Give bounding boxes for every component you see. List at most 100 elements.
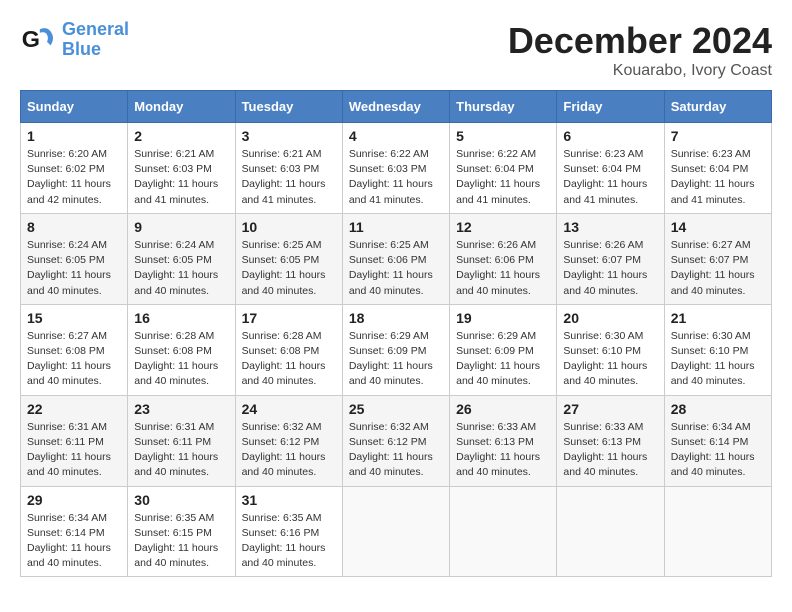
day-info: Sunrise: 6:24 AM Sunset: 6:05 PM Dayligh… [27, 238, 121, 299]
calendar-day-cell: 16 Sunrise: 6:28 AM Sunset: 6:08 PM Dayl… [128, 304, 235, 395]
day-of-week-header: Tuesday [235, 91, 342, 123]
calendar-week-row: 15 Sunrise: 6:27 AM Sunset: 6:08 PM Dayl… [21, 304, 772, 395]
day-info: Sunrise: 6:22 AM Sunset: 6:03 PM Dayligh… [349, 147, 443, 208]
day-number: 13 [563, 219, 657, 235]
day-info: Sunrise: 6:23 AM Sunset: 6:04 PM Dayligh… [563, 147, 657, 208]
calendar-day-cell: 29 Sunrise: 6:34 AM Sunset: 6:14 PM Dayl… [21, 486, 128, 577]
calendar-day-cell: 2 Sunrise: 6:21 AM Sunset: 6:03 PM Dayli… [128, 123, 235, 214]
day-info: Sunrise: 6:26 AM Sunset: 6:06 PM Dayligh… [456, 238, 550, 299]
calendar-week-row: 22 Sunrise: 6:31 AM Sunset: 6:11 PM Dayl… [21, 395, 772, 486]
day-number: 15 [27, 310, 121, 326]
day-number: 30 [134, 492, 228, 508]
day-of-week-header: Monday [128, 91, 235, 123]
calendar-day-cell: 21 Sunrise: 6:30 AM Sunset: 6:10 PM Dayl… [664, 304, 771, 395]
calendar-table: SundayMondayTuesdayWednesdayThursdayFrid… [20, 90, 772, 577]
day-info: Sunrise: 6:33 AM Sunset: 6:13 PM Dayligh… [563, 420, 657, 481]
day-of-week-header: Wednesday [342, 91, 449, 123]
day-info: Sunrise: 6:27 AM Sunset: 6:07 PM Dayligh… [671, 238, 765, 299]
day-info: Sunrise: 6:30 AM Sunset: 6:10 PM Dayligh… [671, 329, 765, 390]
day-number: 9 [134, 219, 228, 235]
calendar-day-cell: 15 Sunrise: 6:27 AM Sunset: 6:08 PM Dayl… [21, 304, 128, 395]
logo: G General Blue [20, 20, 129, 60]
day-number: 4 [349, 128, 443, 144]
day-number: 19 [456, 310, 550, 326]
day-number: 27 [563, 401, 657, 417]
calendar-day-cell: 22 Sunrise: 6:31 AM Sunset: 6:11 PM Dayl… [21, 395, 128, 486]
day-info: Sunrise: 6:21 AM Sunset: 6:03 PM Dayligh… [134, 147, 228, 208]
location-title: Kouarabo, Ivory Coast [508, 62, 772, 80]
day-info: Sunrise: 6:23 AM Sunset: 6:04 PM Dayligh… [671, 147, 765, 208]
day-info: Sunrise: 6:35 AM Sunset: 6:15 PM Dayligh… [134, 511, 228, 572]
day-info: Sunrise: 6:32 AM Sunset: 6:12 PM Dayligh… [349, 420, 443, 481]
calendar-week-row: 1 Sunrise: 6:20 AM Sunset: 6:02 PM Dayli… [21, 123, 772, 214]
day-of-week-header: Thursday [450, 91, 557, 123]
calendar-day-cell [557, 486, 664, 577]
calendar-day-cell: 4 Sunrise: 6:22 AM Sunset: 6:03 PM Dayli… [342, 123, 449, 214]
day-info: Sunrise: 6:25 AM Sunset: 6:06 PM Dayligh… [349, 238, 443, 299]
day-number: 18 [349, 310, 443, 326]
day-info: Sunrise: 6:25 AM Sunset: 6:05 PM Dayligh… [242, 238, 336, 299]
calendar-week-row: 8 Sunrise: 6:24 AM Sunset: 6:05 PM Dayli… [21, 213, 772, 304]
calendar-day-cell: 19 Sunrise: 6:29 AM Sunset: 6:09 PM Dayl… [450, 304, 557, 395]
day-number: 20 [563, 310, 657, 326]
day-number: 8 [27, 219, 121, 235]
day-info: Sunrise: 6:20 AM Sunset: 6:02 PM Dayligh… [27, 147, 121, 208]
calendar-day-cell: 11 Sunrise: 6:25 AM Sunset: 6:06 PM Dayl… [342, 213, 449, 304]
calendar-day-cell: 27 Sunrise: 6:33 AM Sunset: 6:13 PM Dayl… [557, 395, 664, 486]
calendar-day-cell [342, 486, 449, 577]
day-info: Sunrise: 6:28 AM Sunset: 6:08 PM Dayligh… [134, 329, 228, 390]
calendar-header-row: SundayMondayTuesdayWednesdayThursdayFrid… [21, 91, 772, 123]
day-number: 10 [242, 219, 336, 235]
calendar-day-cell: 13 Sunrise: 6:26 AM Sunset: 6:07 PM Dayl… [557, 213, 664, 304]
day-info: Sunrise: 6:24 AM Sunset: 6:05 PM Dayligh… [134, 238, 228, 299]
calendar-day-cell: 20 Sunrise: 6:30 AM Sunset: 6:10 PM Dayl… [557, 304, 664, 395]
day-info: Sunrise: 6:32 AM Sunset: 6:12 PM Dayligh… [242, 420, 336, 481]
day-number: 28 [671, 401, 765, 417]
logo-line2: Blue [62, 39, 101, 59]
day-info: Sunrise: 6:21 AM Sunset: 6:03 PM Dayligh… [242, 147, 336, 208]
day-number: 5 [456, 128, 550, 144]
calendar-day-cell [450, 486, 557, 577]
calendar-day-cell: 3 Sunrise: 6:21 AM Sunset: 6:03 PM Dayli… [235, 123, 342, 214]
day-number: 14 [671, 219, 765, 235]
day-number: 21 [671, 310, 765, 326]
calendar-day-cell: 7 Sunrise: 6:23 AM Sunset: 6:04 PM Dayli… [664, 123, 771, 214]
month-title: December 2024 [508, 20, 772, 62]
day-number: 17 [242, 310, 336, 326]
day-number: 7 [671, 128, 765, 144]
calendar-day-cell [664, 486, 771, 577]
calendar-body: 1 Sunrise: 6:20 AM Sunset: 6:02 PM Dayli… [21, 123, 772, 577]
calendar-day-cell: 9 Sunrise: 6:24 AM Sunset: 6:05 PM Dayli… [128, 213, 235, 304]
calendar-day-cell: 25 Sunrise: 6:32 AM Sunset: 6:12 PM Dayl… [342, 395, 449, 486]
day-info: Sunrise: 6:34 AM Sunset: 6:14 PM Dayligh… [671, 420, 765, 481]
day-number: 12 [456, 219, 550, 235]
day-info: Sunrise: 6:28 AM Sunset: 6:08 PM Dayligh… [242, 329, 336, 390]
calendar-day-cell: 30 Sunrise: 6:35 AM Sunset: 6:15 PM Dayl… [128, 486, 235, 577]
day-number: 29 [27, 492, 121, 508]
day-number: 26 [456, 401, 550, 417]
calendar-day-cell: 28 Sunrise: 6:34 AM Sunset: 6:14 PM Dayl… [664, 395, 771, 486]
calendar-day-cell: 12 Sunrise: 6:26 AM Sunset: 6:06 PM Dayl… [450, 213, 557, 304]
day-info: Sunrise: 6:31 AM Sunset: 6:11 PM Dayligh… [27, 420, 121, 481]
day-number: 3 [242, 128, 336, 144]
day-of-week-header: Sunday [21, 91, 128, 123]
svg-text:G: G [22, 26, 40, 52]
day-number: 22 [27, 401, 121, 417]
day-number: 25 [349, 401, 443, 417]
calendar-day-cell: 1 Sunrise: 6:20 AM Sunset: 6:02 PM Dayli… [21, 123, 128, 214]
day-of-week-header: Friday [557, 91, 664, 123]
day-of-week-header: Saturday [664, 91, 771, 123]
day-number: 2 [134, 128, 228, 144]
calendar-day-cell: 24 Sunrise: 6:32 AM Sunset: 6:12 PM Dayl… [235, 395, 342, 486]
calendar-day-cell: 10 Sunrise: 6:25 AM Sunset: 6:05 PM Dayl… [235, 213, 342, 304]
day-number: 31 [242, 492, 336, 508]
calendar-day-cell: 31 Sunrise: 6:35 AM Sunset: 6:16 PM Dayl… [235, 486, 342, 577]
day-number: 6 [563, 128, 657, 144]
day-number: 24 [242, 401, 336, 417]
day-info: Sunrise: 6:29 AM Sunset: 6:09 PM Dayligh… [456, 329, 550, 390]
logo-icon: G [20, 22, 56, 58]
calendar-day-cell: 23 Sunrise: 6:31 AM Sunset: 6:11 PM Dayl… [128, 395, 235, 486]
day-info: Sunrise: 6:31 AM Sunset: 6:11 PM Dayligh… [134, 420, 228, 481]
day-number: 23 [134, 401, 228, 417]
day-info: Sunrise: 6:30 AM Sunset: 6:10 PM Dayligh… [563, 329, 657, 390]
